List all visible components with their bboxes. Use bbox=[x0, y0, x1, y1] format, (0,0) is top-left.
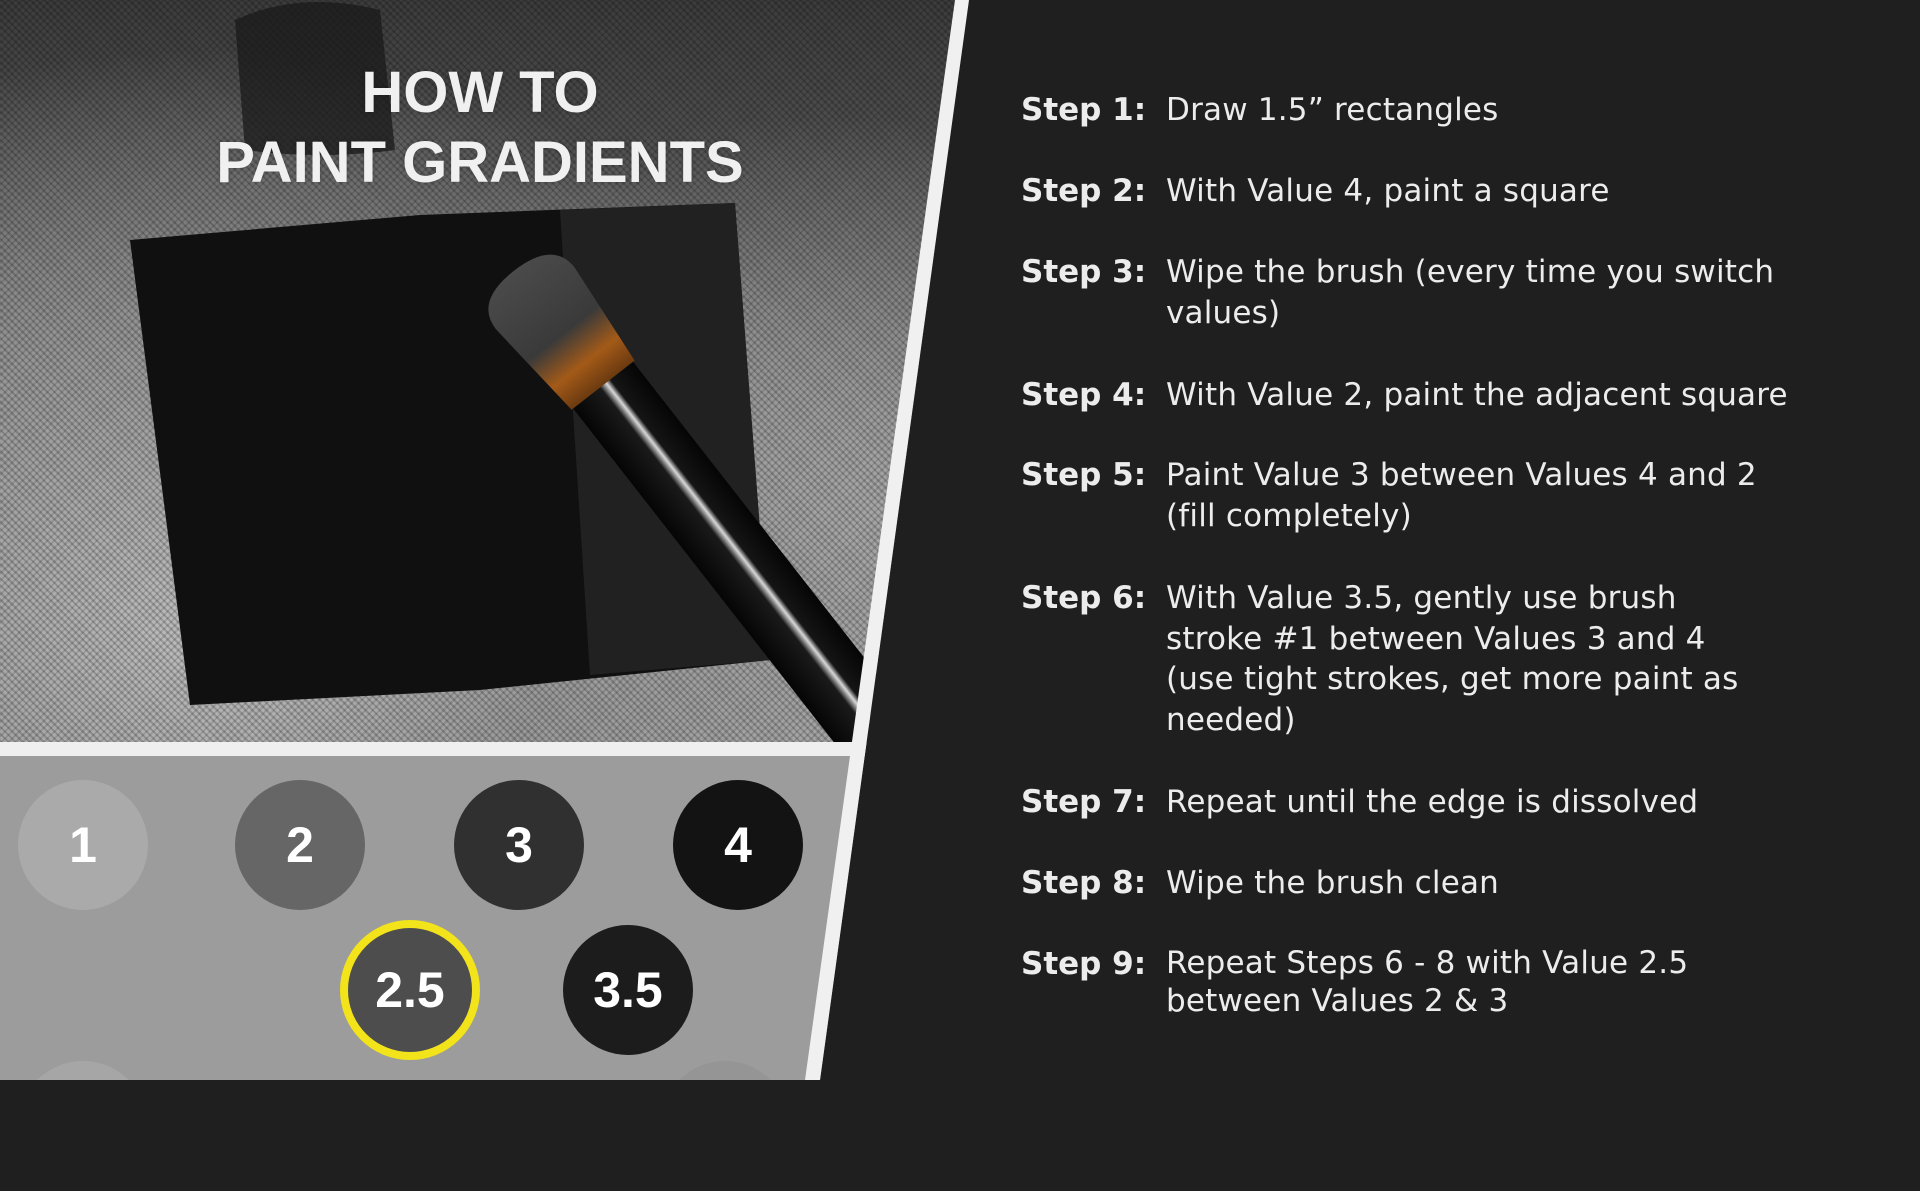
photo-divider bbox=[0, 742, 969, 756]
step-item: Step 7: Repeat until the edge is dissolv… bbox=[1021, 782, 1901, 823]
canvas-photo: HOW TO PAINT GRADIENTS bbox=[0, 0, 969, 742]
swatch-label: 4 bbox=[724, 817, 752, 873]
value-swatch-1[interactable]: 1 bbox=[18, 780, 148, 910]
step-label: Step 2: bbox=[1021, 173, 1147, 209]
value-swatch-2-5[interactable]: 2.5 bbox=[340, 920, 480, 1060]
swatch-label: 3 bbox=[505, 817, 533, 873]
step-item: Step 5: Paint Value 3 between Values 4 a… bbox=[1021, 455, 1901, 536]
swatch-partial bbox=[660, 1061, 790, 1080]
swatch-label: 3.5 bbox=[593, 962, 663, 1018]
step-text: With Value 4, paint a square bbox=[1166, 173, 1610, 209]
step-item: Step 1: Draw 1.5” rectangles bbox=[1021, 90, 1901, 131]
step-text: With Value 3.5, gently use brush stroke … bbox=[1166, 580, 1739, 738]
step-text: Wipe the brush clean bbox=[1166, 865, 1500, 901]
step-item: Step 6: With Value 3.5, gently use brush… bbox=[1021, 578, 1901, 740]
swatch-label: 1 bbox=[69, 817, 97, 873]
swatch-partial bbox=[18, 1061, 148, 1080]
step-text: Draw 1.5” rectangles bbox=[1166, 92, 1499, 128]
title-line-1: HOW TO bbox=[361, 60, 599, 125]
step-text: Wipe the brush (every time you switch va… bbox=[1166, 254, 1775, 331]
page-title: HOW TO PAINT GRADIENTS bbox=[0, 58, 960, 198]
step-text: Paint Value 3 between Values 4 and 2 (fi… bbox=[1166, 457, 1757, 534]
swatch-label: 2 bbox=[286, 817, 314, 873]
step-label: Step 8: bbox=[1021, 865, 1147, 901]
step-label: Step 6: bbox=[1021, 580, 1147, 616]
value-swatch-2[interactable]: 2 bbox=[235, 780, 365, 910]
step-label: Step 7: bbox=[1021, 784, 1147, 820]
step-label: Step 9: bbox=[1021, 946, 1147, 982]
left-pane: HOW TO PAINT GRADIENTS 1 2 3 4 2.5 3.5 bbox=[0, 0, 969, 1080]
step-label: Step 3: bbox=[1021, 254, 1147, 290]
step-item: Step 9: Repeat Steps 6 - 8 with Value 2.… bbox=[1021, 944, 1901, 1020]
step-item: Step 8: Wipe the brush clean bbox=[1021, 863, 1901, 904]
swatch-label: 2.5 bbox=[375, 962, 445, 1018]
value-swatch-3[interactable]: 3 bbox=[454, 780, 584, 910]
step-label: Step 4: bbox=[1021, 377, 1147, 413]
step-label: Step 1: bbox=[1021, 92, 1147, 128]
step-text: With Value 2, paint the adjacent square bbox=[1166, 377, 1788, 413]
step-item: Step 3: Wipe the brush (every time you s… bbox=[1021, 252, 1901, 333]
value-swatch-3-5[interactable]: 3.5 bbox=[563, 925, 693, 1055]
step-item: Step 2: With Value 4, paint a square bbox=[1021, 171, 1901, 212]
value-swatch-panel: 1 2 3 4 2.5 3.5 bbox=[0, 756, 969, 1080]
step-text: Repeat until the edge is dissolved bbox=[1166, 784, 1699, 820]
step-text: Repeat Steps 6 - 8 with Value 2.5 betwee… bbox=[1166, 945, 1689, 1019]
title-line-2: PAINT GRADIENTS bbox=[216, 130, 744, 195]
step-item: Step 4: With Value 2, paint the adjacent… bbox=[1021, 375, 1901, 416]
step-label: Step 5: bbox=[1021, 457, 1147, 493]
value-swatch-4[interactable]: 4 bbox=[673, 780, 803, 910]
